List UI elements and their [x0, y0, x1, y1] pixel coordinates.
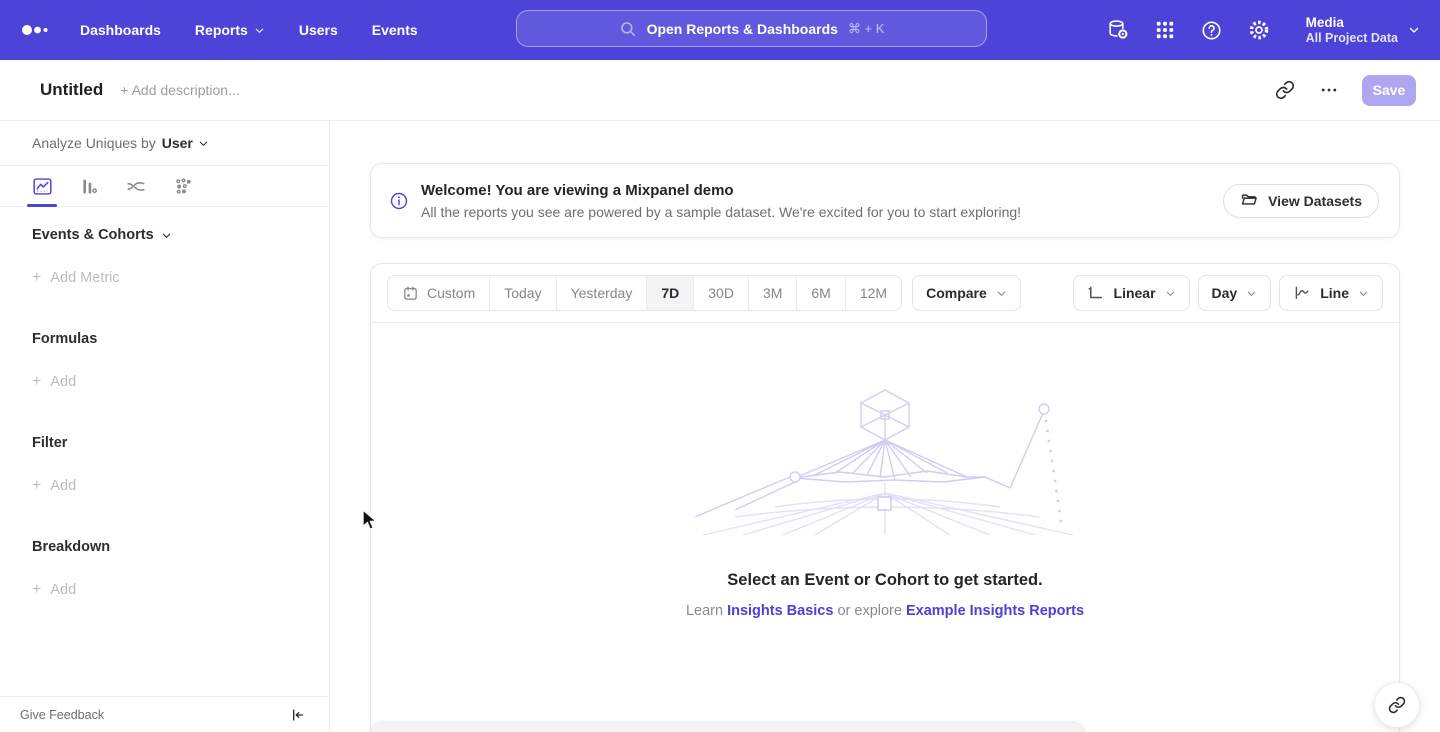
date-range-30d[interactable]: 30D — [694, 276, 749, 310]
chevron-down-icon — [1358, 288, 1369, 299]
view-datasets-button[interactable]: View Datasets — [1223, 184, 1379, 218]
project-switcher[interactable]: Media All Project Data — [1306, 14, 1420, 46]
chevron-down-icon — [1165, 288, 1176, 299]
copy-link-icon[interactable] — [1274, 79, 1296, 101]
add-metric-button[interactable]: +Add Metric — [32, 269, 297, 287]
chevron-down-icon — [254, 25, 265, 36]
chevron-down-icon — [161, 230, 172, 241]
compare-button[interactable]: Compare — [912, 275, 1021, 311]
plus-icon: + — [32, 269, 41, 287]
help-icon[interactable] — [1200, 18, 1224, 42]
calendar-icon — [402, 285, 419, 302]
analyze-row: Analyze Uniques by User — [0, 121, 329, 166]
flow-view-icon[interactable] — [124, 174, 148, 198]
plus-icon: + — [32, 477, 41, 495]
report-header: Untitled + Add description... Save — [0, 60, 1440, 121]
section-filter: Filter — [32, 435, 297, 451]
wireframe-landscape-illustration — [695, 385, 1075, 535]
view-tabs — [0, 166, 329, 207]
save-button[interactable]: Save — [1362, 75, 1416, 106]
folder-icon — [1240, 191, 1259, 210]
report-description-placeholder[interactable]: + Add description... — [120, 82, 239, 98]
date-range-segmented-control: Custom Today Yesterday 7D 30D 3M 6M 12M — [387, 275, 902, 311]
date-range-3m[interactable]: 3M — [749, 276, 797, 310]
date-range-12m[interactable]: 12M — [846, 276, 901, 310]
interval-dropdown[interactable]: Day — [1198, 275, 1272, 311]
chart-type-dropdown[interactable]: Line — [1279, 275, 1383, 311]
date-range-6m[interactable]: 6M — [797, 276, 845, 310]
nav-reports[interactable]: Reports — [195, 22, 265, 38]
insights-report-card: Custom Today Yesterday 7D 30D 3M 6M 12M … — [370, 263, 1400, 732]
top-navigation-bar: Dashboards Reports Users Events Open Rep… — [0, 0, 1440, 60]
scale-dropdown[interactable]: Linear — [1073, 275, 1190, 311]
bottom-sheet-edge[interactable] — [370, 722, 1085, 732]
search-icon — [619, 20, 637, 38]
date-range-custom[interactable]: Custom — [388, 276, 490, 310]
analyze-label: Analyze Uniques by — [32, 135, 156, 151]
chart-toolbar: Custom Today Yesterday 7D 30D 3M 6M 12M … — [371, 264, 1399, 323]
nav-right-cluster: Media All Project Data — [1106, 0, 1420, 60]
add-formula-button[interactable]: +Add — [32, 373, 297, 391]
section-breakdown: Breakdown — [32, 539, 297, 555]
plus-icon: + — [32, 373, 41, 391]
plus-icon: + — [32, 581, 41, 599]
nav-users[interactable]: Users — [299, 22, 338, 38]
date-range-7d[interactable]: 7D — [647, 276, 694, 310]
chevron-down-icon — [1246, 288, 1257, 299]
date-range-yesterday[interactable]: Yesterday — [557, 276, 648, 310]
copy-url-floating-button[interactable] — [1374, 682, 1420, 728]
settings-gear-icon[interactable] — [1247, 18, 1271, 42]
date-range-today[interactable]: Today — [490, 276, 556, 310]
nav-events[interactable]: Events — [372, 22, 418, 38]
apps-grid-icon[interactable] — [1153, 18, 1177, 42]
give-feedback-link[interactable]: Give Feedback — [20, 708, 104, 722]
chevron-down-icon — [198, 138, 209, 149]
search-shortcut: ⌘ + K — [848, 21, 885, 37]
chevron-down-icon — [996, 288, 1007, 299]
project-name: Media — [1306, 14, 1398, 31]
axis-linear-icon — [1087, 284, 1105, 302]
demo-welcome-banner: Welcome! You are viewing a Mixpanel demo… — [370, 163, 1400, 238]
bar-chart-view-icon[interactable] — [77, 174, 101, 198]
more-options-icon[interactable] — [1318, 79, 1340, 101]
mixpanel-logo[interactable] — [20, 18, 54, 42]
line-chart-view-icon[interactable] — [30, 174, 54, 198]
section-formulas: Formulas — [32, 331, 297, 347]
insights-basics-link[interactable]: Insights Basics — [727, 603, 833, 619]
primary-nav: Dashboards Reports Users Events — [80, 22, 418, 38]
project-scope: All Project Data — [1306, 31, 1398, 46]
example-insights-reports-link[interactable]: Example Insights Reports — [906, 603, 1084, 619]
main-content: Welcome! You are viewing a Mixpanel demo… — [330, 121, 1440, 732]
sidebar-footer: Give Feedback — [0, 696, 329, 732]
selected-tab-indicator — [27, 204, 57, 207]
add-filter-button[interactable]: +Add — [32, 477, 297, 495]
add-breakdown-button[interactable]: +Add — [32, 581, 297, 599]
banner-subtitle: All the reports you see are powered by a… — [421, 202, 1223, 222]
report-title[interactable]: Untitled — [40, 80, 103, 100]
banner-title: Welcome! You are viewing a Mixpanel demo — [421, 180, 1223, 201]
info-icon — [389, 191, 409, 211]
scatter-view-icon[interactable] — [171, 174, 195, 198]
collapse-sidebar-icon[interactable] — [289, 707, 305, 723]
global-search[interactable]: Open Reports & Dashboards ⌘ + K — [516, 10, 987, 47]
section-events-cohorts[interactable]: Events & Cohorts — [32, 227, 297, 243]
copy-link-icon — [1388, 696, 1406, 714]
query-builder-sidebar: Analyze Uniques by User Events & Cohorts… — [0, 121, 330, 732]
search-placeholder: Open Reports & Dashboards — [647, 21, 838, 37]
data-management-icon[interactable] — [1106, 18, 1130, 42]
chevron-down-icon — [1408, 24, 1420, 36]
analyze-value-dropdown[interactable]: User — [162, 135, 209, 151]
nav-dashboards[interactable]: Dashboards — [80, 22, 161, 38]
empty-state-title: Select an Event or Cohort to get started… — [727, 571, 1042, 590]
empty-state-subtitle: Learn Insights Basics or explore Example… — [686, 603, 1084, 619]
empty-state: Select an Event or Cohort to get started… — [371, 323, 1399, 619]
line-chart-icon — [1293, 284, 1311, 302]
